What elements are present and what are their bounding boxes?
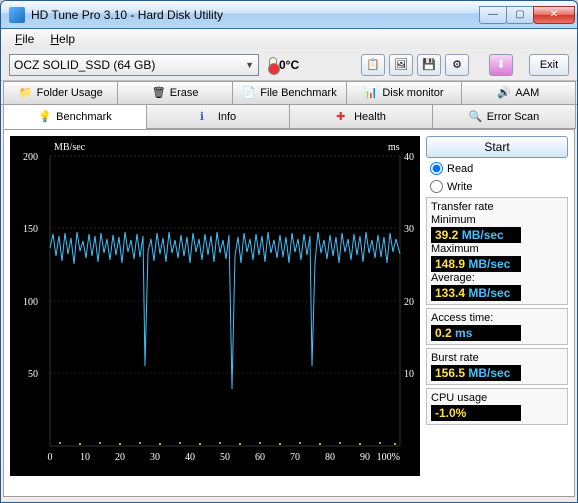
tab-health[interactable]: ✚Health	[289, 105, 433, 129]
gear-icon: ⚙	[452, 58, 462, 71]
copy-icon: 📋	[366, 58, 380, 71]
temperature-value: 0°C	[279, 58, 299, 72]
cpu-value: -1.0%	[431, 405, 521, 421]
window-buttons: — ▢ ✕	[480, 6, 575, 24]
svg-text:50: 50	[28, 369, 38, 380]
svg-text:10: 10	[404, 369, 414, 380]
benchmark-chart: 200 150 100 50 MB/sec 40 30 20 10 ms 0 1…	[10, 136, 420, 476]
write-radio[interactable]	[430, 180, 443, 193]
max-label: Maximum	[431, 243, 563, 255]
maximize-button[interactable]: ▢	[506, 6, 534, 24]
minimize-button[interactable]: —	[479, 6, 507, 24]
start-button[interactable]: Start	[426, 136, 568, 158]
toolbar: OCZ SOLID_SSD (64 GB) ▼ 0°C 📋 🖼 💾 ⚙ ⬇ Ex…	[1, 49, 577, 81]
tab-benchmark[interactable]: 💡Benchmark	[3, 105, 147, 129]
transfer-rate-label: Transfer rate	[431, 201, 563, 213]
svg-text:MB/sec: MB/sec	[54, 142, 86, 153]
trash-icon: 🗑	[152, 86, 166, 100]
min-label: Minimum	[431, 214, 563, 226]
menu-file[interactable]: File	[7, 30, 42, 48]
svg-text:40: 40	[404, 152, 414, 163]
lightbulb-icon: 💡	[38, 110, 52, 124]
burst-value: 156.5 MB/sec	[431, 365, 521, 381]
content-area: 200 150 100 50 MB/sec 40 30 20 10 ms 0 1…	[3, 129, 575, 497]
read-radio-row[interactable]: Read	[426, 161, 568, 176]
copy-info-button[interactable]: 📋	[361, 54, 385, 76]
avg-label: Average:	[431, 272, 563, 284]
svg-text:20: 20	[404, 297, 414, 308]
exit-button[interactable]: Exit	[529, 54, 569, 76]
info-icon: ℹ	[200, 110, 214, 124]
svg-text:60: 60	[255, 452, 265, 463]
tab-row-primary: 💡Benchmark ℹInfo ✚Health 🔍Error Scan	[1, 105, 577, 129]
svg-text:50: 50	[220, 452, 230, 463]
svg-text:ms: ms	[388, 142, 400, 153]
svg-text:30: 30	[404, 224, 414, 235]
menubar: File Help	[1, 29, 577, 49]
titlebar: HD Tune Pro 3.10 - Hard Disk Utility — ▢…	[1, 1, 577, 29]
max-value: 148.9 MB/sec	[431, 256, 521, 272]
speaker-icon: 🔊	[497, 86, 511, 100]
access-value: 0.2 ms	[431, 325, 521, 341]
svg-text:20: 20	[115, 452, 125, 463]
chevron-down-icon: ▼	[245, 60, 254, 70]
burst-rate-group: Burst rate 156.5 MB/sec	[426, 348, 568, 385]
svg-text:70: 70	[290, 452, 300, 463]
thermometer-icon	[269, 57, 277, 73]
transfer-rate-group: Transfer rate Minimum 39.2 MB/sec Maximu…	[426, 197, 568, 305]
svg-text:150: 150	[23, 224, 38, 235]
svg-text:40: 40	[185, 452, 195, 463]
chart-svg: 200 150 100 50 MB/sec 40 30 20 10 ms 0 1…	[10, 136, 420, 476]
tab-file-benchmark[interactable]: 📄File Benchmark	[232, 81, 347, 104]
tab-info[interactable]: ℹInfo	[146, 105, 290, 129]
app-window: HD Tune Pro 3.10 - Hard Disk Utility — ▢…	[0, 0, 578, 503]
tab-error-scan[interactable]: 🔍Error Scan	[432, 105, 576, 129]
down-arrow-icon: ⬇	[496, 58, 505, 71]
tab-disk-monitor[interactable]: 📊Disk monitor	[346, 81, 461, 104]
monitor-icon: 📊	[364, 86, 378, 100]
svg-text:200: 200	[23, 152, 38, 163]
save-button[interactable]: 💾	[417, 54, 441, 76]
tab-aam[interactable]: 🔊AAM	[461, 81, 576, 104]
magnifier-icon: 🔍	[469, 110, 483, 124]
cpu-usage-group: CPU usage -1.0%	[426, 388, 568, 425]
screenshot-icon: 🖼	[394, 58, 408, 71]
write-radio-row[interactable]: Write	[426, 179, 568, 194]
close-button[interactable]: ✕	[533, 6, 575, 24]
read-radio[interactable]	[430, 162, 443, 175]
health-icon: ✚	[336, 110, 350, 124]
floppy-icon: 💾	[422, 58, 436, 71]
min-value: 39.2 MB/sec	[431, 227, 521, 243]
menu-help[interactable]: Help	[42, 30, 83, 48]
file-icon: 📄	[242, 86, 256, 100]
avg-value: 133.4 MB/sec	[431, 285, 521, 301]
folder-icon: 📁	[19, 86, 33, 100]
tab-row-secondary: 📁Folder Usage 🗑Erase 📄File Benchmark 📊Di…	[1, 81, 577, 105]
cpu-label: CPU usage	[431, 392, 563, 404]
side-panel: Start Read Write Transfer rate Minimum 3…	[426, 136, 568, 490]
access-label: Access time:	[431, 312, 563, 324]
copy-screenshot-button[interactable]: 🖼	[389, 54, 413, 76]
burst-label: Burst rate	[431, 352, 563, 364]
window-title: HD Tune Pro 3.10 - Hard Disk Utility	[31, 8, 480, 22]
svg-text:0: 0	[48, 452, 53, 463]
svg-text:100%: 100%	[377, 452, 400, 463]
svg-text:100: 100	[23, 297, 38, 308]
svg-text:90: 90	[360, 452, 370, 463]
drive-select-value: OCZ SOLID_SSD (64 GB)	[14, 58, 155, 72]
svg-text:10: 10	[80, 452, 90, 463]
app-icon	[9, 7, 25, 23]
drive-select[interactable]: OCZ SOLID_SSD (64 GB) ▼	[9, 54, 259, 76]
access-time-group: Access time: 0.2 ms	[426, 308, 568, 345]
svg-text:30: 30	[150, 452, 160, 463]
options-button[interactable]: ⚙	[445, 54, 469, 76]
svg-text:80: 80	[325, 452, 335, 463]
tab-erase[interactable]: 🗑Erase	[117, 81, 232, 104]
temperature-display: 0°C	[269, 57, 299, 73]
tab-folder-usage[interactable]: 📁Folder Usage	[3, 81, 118, 104]
minimize-tray-button[interactable]: ⬇	[489, 54, 513, 76]
